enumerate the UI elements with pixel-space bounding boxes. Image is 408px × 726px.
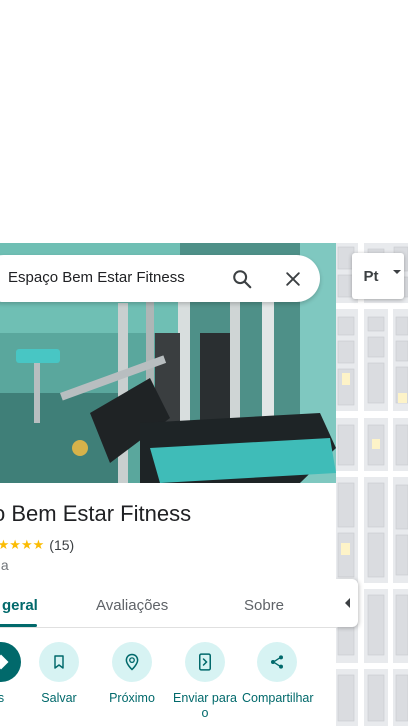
search-box[interactable]: Espaço Bem Estar Fitness [0,255,320,302]
collapse-panel-button[interactable] [336,579,358,627]
place-title: ço Bem Estar Fitness [0,501,192,526]
share-label: Compartilhar [242,691,314,705]
star-rating-icon: ★★★★★ [0,537,45,552]
chevron-left-icon [344,598,350,608]
bookmark-icon [39,642,79,682]
tab-active-indicator [0,624,37,627]
tab-overview[interactable]: geral [2,597,38,614]
share-button[interactable]: Compartilhar [242,642,314,706]
tab-about[interactable]: Sobre [244,597,284,614]
send-to-phone-icon [185,642,225,682]
tab-reviews[interactable]: Avaliações [96,597,168,614]
place-category[interactable]: nia [0,557,9,573]
map-view[interactable] [336,243,408,726]
send-to-phone-button[interactable]: Enviar para o [170,642,240,721]
search-icon[interactable] [231,268,253,295]
save-label: Salvar [41,691,77,705]
layer-label: Pt [363,267,379,285]
place-tabs: geral Avaliações Sobre [0,583,336,628]
nearby-icon [112,642,152,682]
map-language-button[interactable]: Pt [352,253,404,299]
nearby-button[interactable]: Próximo [97,642,167,706]
nearby-label: Próximo [109,691,155,705]
send-to-phone-label: Enviar para o [173,691,237,720]
review-count[interactable]: (15) [49,537,74,553]
directions-icon [0,642,21,682]
search-input[interactable]: Espaço Bem Estar Fitness [8,269,185,286]
share-icon [257,642,297,682]
close-icon[interactable] [283,269,303,294]
save-button[interactable]: Salvar [24,642,94,706]
place-panel: Espaço Bem Estar Fitness ço Bem Estar Fi… [0,243,336,726]
chevron-down-icon [393,270,401,274]
place-rating[interactable]: ★★★★★ (15) [0,537,74,553]
